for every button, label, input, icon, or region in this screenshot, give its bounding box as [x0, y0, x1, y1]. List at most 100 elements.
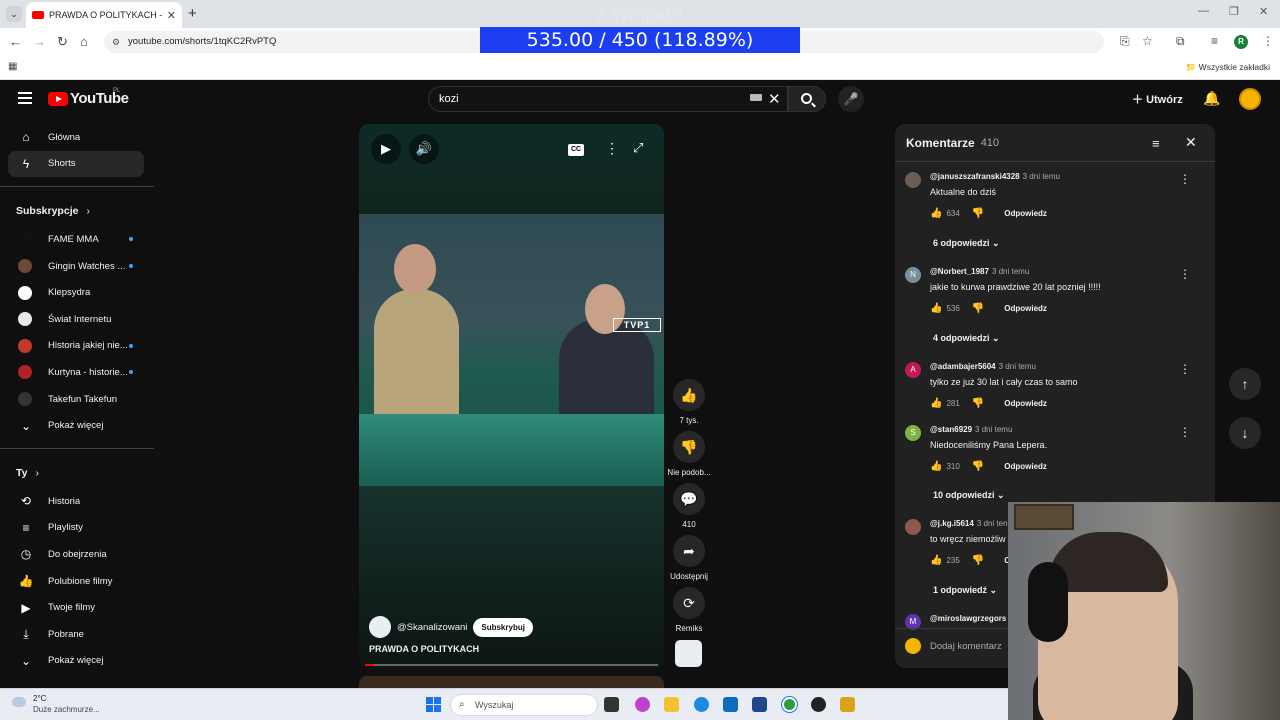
- commenter-avatar[interactable]: S: [905, 425, 921, 441]
- reply-button[interactable]: Odpowiedz: [1004, 304, 1047, 313]
- sound-thumbnail[interactable]: [675, 640, 702, 667]
- captions-icon[interactable]: CC: [568, 144, 584, 156]
- restore-icon[interactable]: ❐: [1229, 5, 1239, 18]
- back-icon[interactable]: ←: [9, 34, 22, 49]
- home-icon[interactable]: ⌂: [80, 34, 88, 49]
- thumb-up-icon[interactable]: 👍: [930, 303, 942, 314]
- store-icon[interactable]: [752, 697, 767, 712]
- sidebar-sub-item[interactable]: Gingin Watches ...: [0, 253, 154, 280]
- notifications-bell-icon[interactable]: 🔔: [1203, 90, 1220, 107]
- thumb-down-icon[interactable]: 👎: [972, 303, 984, 314]
- short-video-player[interactable]: TVP1 ▶ 🔊 CC ⋮ ⤢ @Skanalizowani Subskrybu…: [359, 124, 664, 669]
- task-view-icon[interactable]: [604, 697, 619, 712]
- sidebar-item-downloads[interactable]: ⤓ Pobrane: [0, 621, 154, 648]
- view-replies-button[interactable]: 6 odpowiedzi ⌄: [933, 238, 1000, 249]
- more-options-icon[interactable]: ⋮: [605, 140, 619, 157]
- sidebar-sub-item[interactable]: FAME MMA: [0, 226, 154, 253]
- thumb-up-icon[interactable]: 👍: [673, 379, 705, 411]
- copilot-icon[interactable]: [635, 697, 650, 712]
- close-icon[interactable]: ✕: [1185, 134, 1197, 151]
- browser-tab[interactable]: PRAWDA O POLITYKACH - YouT ✕: [26, 2, 182, 28]
- sidebar-sub-item[interactable]: Takefun Takefun: [0, 386, 154, 413]
- comments-action[interactable]: 💬 410: [672, 483, 706, 529]
- view-replies-button[interactable]: 4 odpowiedzi ⌄: [933, 333, 1000, 344]
- youtube-logo-icon[interactable]: [48, 92, 68, 106]
- tab-search-icon[interactable]: ⌄: [6, 6, 22, 22]
- chrome-icon[interactable]: [782, 697, 797, 712]
- extensions-icon[interactable]: ⧉: [1176, 34, 1185, 49]
- sidebar-item-liked[interactable]: 👍 Polubione filmy: [0, 568, 154, 595]
- minimize-icon[interactable]: —: [1198, 5, 1209, 17]
- thumb-down-icon[interactable]: 👎: [673, 431, 705, 463]
- remix-action[interactable]: ⟳ Remiks: [672, 587, 706, 633]
- all-bookmarks-link[interactable]: 📁 Wszystkie zakładki: [1186, 62, 1270, 73]
- subscribe-button[interactable]: Subskrybuj: [473, 617, 533, 637]
- search-button[interactable]: [788, 86, 826, 112]
- thumb-down-icon[interactable]: 👎: [972, 398, 984, 409]
- thumb-down-icon[interactable]: 👎: [972, 208, 984, 219]
- comment-author[interactable]: @j.kg.i5614: [930, 519, 974, 528]
- share-icon[interactable]: ➦: [673, 535, 705, 567]
- thumb-up-icon[interactable]: 👍: [930, 398, 942, 409]
- channel-avatar[interactable]: [369, 616, 391, 638]
- forward-icon[interactable]: →: [33, 34, 46, 49]
- remix-icon[interactable]: ⟳: [673, 587, 705, 619]
- sidebar-sub-item[interactable]: Świat Internetu: [0, 306, 154, 333]
- profile-avatar[interactable]: R: [1234, 35, 1248, 49]
- comment-author[interactable]: @januszszafranski4328: [930, 172, 1020, 181]
- windows-start-icon[interactable]: [426, 697, 441, 712]
- channel-name[interactable]: @Skanalizowani: [397, 622, 467, 633]
- file-explorer-icon[interactable]: [664, 697, 679, 712]
- volume-icon[interactable]: 🔊: [409, 134, 439, 164]
- comment-author[interactable]: @stan6929: [930, 425, 972, 434]
- comment-icon[interactable]: 💬: [673, 483, 705, 515]
- commenter-avatar[interactable]: [905, 519, 921, 535]
- comment-author[interactable]: @Norbert_1987: [930, 267, 989, 276]
- show-more-subs[interactable]: ⌄ Pokaż więcej: [0, 412, 154, 439]
- outlook-icon[interactable]: [723, 697, 738, 712]
- commenter-avatar[interactable]: A: [905, 362, 921, 378]
- voice-search-icon[interactable]: 🎤: [838, 86, 864, 112]
- cast-icon[interactable]: ⎘: [1120, 34, 1130, 49]
- keyboard-icon[interactable]: [750, 94, 762, 101]
- comment-author[interactable]: @adambajer5604: [930, 362, 996, 371]
- sidebar-sub-item[interactable]: Kurtyna - historie...: [0, 359, 154, 386]
- comment-author[interactable]: @miroslawgrzegors: [930, 614, 1006, 623]
- sidebar-item-history[interactable]: ⟲ Historia: [0, 488, 154, 515]
- sidebar-item-shorts[interactable]: ϟ Shorts: [8, 150, 144, 178]
- fullscreen-icon[interactable]: ⤢: [633, 140, 643, 156]
- reply-button[interactable]: Odpowiedz: [1004, 209, 1047, 218]
- like-action[interactable]: 👍 7 tys.: [672, 379, 706, 425]
- sidebar-item-playlists[interactable]: ≡ Playlisty: [0, 515, 154, 542]
- sidebar-sub-item[interactable]: Historia jakiej nie...: [0, 333, 154, 360]
- sidebar-item-home[interactable]: ⌂ Główna: [0, 124, 154, 151]
- share-action[interactable]: ➦ Udostępnij: [670, 535, 708, 581]
- thumb-up-icon[interactable]: 👍: [930, 208, 942, 219]
- view-replies-button[interactable]: 10 odpowiedzi ⌄: [933, 490, 1005, 501]
- menu-icon[interactable]: [18, 92, 32, 104]
- thumb-down-icon[interactable]: 👎: [972, 461, 984, 472]
- new-tab-icon[interactable]: +: [188, 5, 197, 22]
- reading-list-icon[interactable]: ≡: [1211, 34, 1218, 48]
- sidebar-item-your-videos[interactable]: ▶ Twoje filmy: [0, 594, 154, 621]
- comment-menu-icon[interactable]: ⋮: [1179, 362, 1191, 376]
- reload-icon[interactable]: ↻: [57, 34, 68, 50]
- clear-search-icon[interactable]: ✕: [768, 90, 781, 108]
- thumb-up-icon[interactable]: 👍: [930, 461, 942, 472]
- sidebar-sub-item[interactable]: Klepsydra: [0, 279, 154, 306]
- app-icon[interactable]: [840, 697, 855, 712]
- close-window-icon[interactable]: ✕: [1259, 5, 1268, 18]
- comment-menu-icon[interactable]: ⋮: [1179, 172, 1191, 186]
- close-tab-icon[interactable]: ✕: [167, 9, 176, 22]
- user-avatar[interactable]: [1239, 88, 1261, 110]
- obs-icon[interactable]: [811, 697, 826, 712]
- apps-grid-icon[interactable]: ▦: [8, 61, 17, 72]
- subscriptions-heading[interactable]: Subskrypcje ›: [0, 196, 154, 226]
- browser-menu-icon[interactable]: ⋮: [1262, 34, 1274, 48]
- add-comment-row[interactable]: Dodaj komentarz: [905, 638, 1002, 654]
- previous-video-button[interactable]: ↑: [1229, 368, 1261, 400]
- video-progress-bar[interactable]: [365, 664, 658, 666]
- bookmark-star-icon[interactable]: ☆: [1142, 34, 1153, 48]
- sort-icon[interactable]: ≡: [1152, 136, 1160, 151]
- next-video-button[interactable]: ↓: [1229, 417, 1261, 449]
